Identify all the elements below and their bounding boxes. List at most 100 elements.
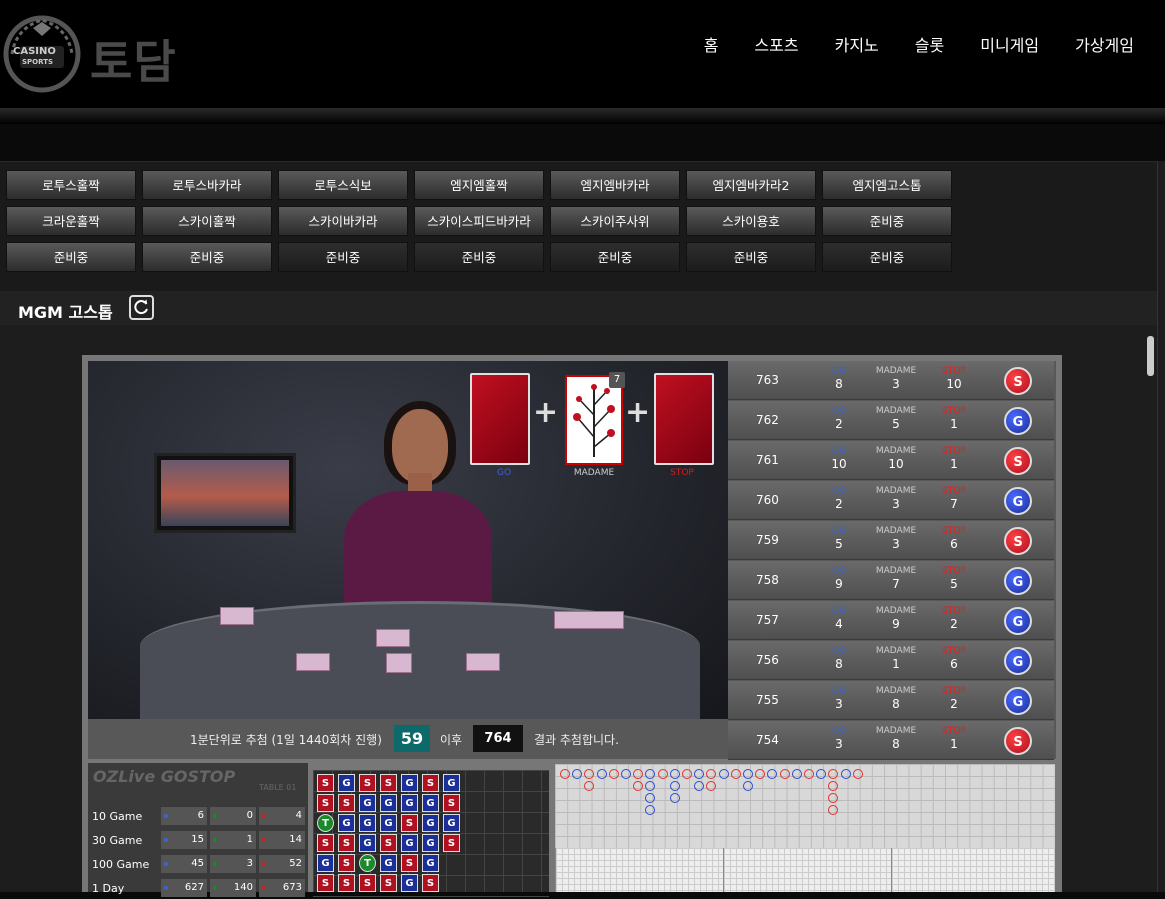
stats-stop-count: 4 [259, 807, 305, 825]
game-button[interactable]: 스카이용호 [686, 206, 816, 236]
game-button[interactable]: 준비중 [142, 242, 272, 272]
table-card [376, 629, 410, 647]
plus-sign: + [533, 395, 559, 430]
table-card [466, 653, 500, 671]
game-button[interactable]: 준비중 [550, 242, 680, 272]
road-go-marker [743, 769, 753, 779]
madame-value: 1 [892, 657, 900, 671]
nav-virtual[interactable]: 가상게임 [1075, 32, 1134, 56]
madame-column: MADAME 7 [866, 566, 926, 591]
stop-header: STOP [942, 566, 966, 576]
bead-grid-line [522, 770, 523, 892]
stop-column: STOP 7 [924, 486, 984, 511]
stats-stop-count: 673 [259, 879, 305, 897]
bead-cell: G [401, 774, 418, 792]
stop-header: STOP [942, 526, 966, 536]
stats-row: 100 Game 45 3 52 [88, 855, 308, 875]
madame-header: MADAME [875, 406, 917, 416]
stats-tie-count: 1 [210, 831, 256, 849]
bead-grid-line [465, 770, 466, 892]
madame-header: MADAME [875, 726, 917, 736]
stats-go-dot [164, 862, 168, 866]
go-column: GO 5 [809, 526, 869, 551]
big-eye-road [555, 848, 723, 892]
game-button[interactable]: 준비중 [414, 242, 544, 272]
game-button[interactable]: 스카이바카라 [278, 206, 408, 236]
stats-go-dot [164, 814, 168, 818]
section-header: MGM 고스톱 [0, 291, 1157, 325]
bead-cell: G [401, 794, 418, 812]
game-button[interactable]: 로투스홀짝 [6, 170, 136, 200]
refresh-icon [134, 299, 148, 315]
madame-header: MADAME [875, 486, 917, 496]
stop-value: 5 [950, 577, 958, 591]
nav-slot[interactable]: 슬롯 [915, 32, 944, 56]
game-button[interactable]: 준비중 [822, 206, 952, 236]
stats-go-count: 627 [161, 879, 207, 897]
road-stop-marker [608, 769, 619, 779]
next-round-number: 764 [473, 725, 523, 752]
stop-header: STOP [942, 406, 966, 416]
bead-cell: S [317, 774, 334, 792]
nav-minigame[interactable]: 미니게임 [980, 32, 1039, 56]
bead-cell: G [401, 834, 418, 852]
go-header: GO [831, 366, 847, 376]
nav-casino[interactable]: 카지노 [835, 32, 879, 56]
madame-column: MADAME 3 [866, 526, 926, 551]
stop-column: STOP 1 [924, 726, 984, 751]
scrollbar-thumb[interactable] [1147, 336, 1154, 376]
ozlive-logo: OZLive GOSTOP [93, 767, 236, 786]
game-button[interactable]: 준비중 [6, 242, 136, 272]
go-value: 2 [835, 497, 843, 511]
go-value: 9 [835, 577, 843, 591]
stop-value: 6 [950, 657, 958, 671]
brand-title[interactable]: 토담 [90, 26, 177, 92]
right-border [1157, 161, 1165, 892]
go-header: GO [831, 486, 847, 496]
game-button[interactable]: 엠지엠바카라 [550, 170, 680, 200]
round-number: 756 [756, 653, 779, 667]
game-button[interactable]: 준비중 [686, 242, 816, 272]
stats-label: 30 Game [92, 834, 143, 847]
result-row: 759 GO 5 MADAME 3 STOP 6 S [728, 521, 1054, 560]
bead-cell: S [443, 794, 460, 812]
bead-cell: S [317, 834, 334, 852]
bead-cell: G [380, 854, 397, 872]
game-button[interactable]: 엠지엠고스톱 [822, 170, 952, 200]
result-draw-text: 결과 추첨합니다. [534, 733, 619, 747]
bead-road: SGSSGSGSSGGGGSTGGGSGGSSGSGGSGSTGSGSSSSGS [313, 770, 549, 897]
go-column: GO 3 [809, 726, 869, 751]
refresh-button[interactable] [129, 295, 154, 320]
nav-home[interactable]: 홈 [704, 32, 719, 56]
result-ball: G [1004, 487, 1032, 515]
result-ball: G [1004, 567, 1032, 595]
game-button[interactable]: 엠지엠홀짝 [414, 170, 544, 200]
road-stop-marker [730, 769, 741, 779]
draw-schedule-text: 1분단위로 추첨 (1일 1440회차 진행) [190, 733, 382, 747]
stats-tie-dot [213, 886, 217, 890]
game-button[interactable]: 스카이주사위 [550, 206, 680, 236]
round-number: 754 [756, 733, 779, 747]
stop-card-slot [654, 373, 714, 465]
stats-label: 10 Game [92, 810, 143, 823]
stop-header: STOP [942, 726, 966, 736]
madame-value: 9 [892, 617, 900, 631]
stop-header: STOP [942, 446, 966, 456]
game-button[interactable]: 크라운홀짝 [6, 206, 136, 236]
stop-value: 7 [950, 497, 958, 511]
result-ball: S [1004, 527, 1032, 555]
game-button[interactable]: 준비중 [278, 242, 408, 272]
go-header: GO [831, 726, 847, 736]
nav-sports[interactable]: 스포츠 [754, 32, 798, 56]
game-button[interactable]: 로투스바카라 [142, 170, 272, 200]
go-value: 10 [831, 457, 847, 471]
game-button[interactable]: 스카이스피드바카라 [414, 206, 544, 236]
bead-cell: S [380, 834, 397, 852]
game-button[interactable]: 스카이홀짝 [142, 206, 272, 236]
game-button[interactable]: 엠지엠바카라2 [686, 170, 816, 200]
game-button[interactable]: 로투스식보 [278, 170, 408, 200]
game-button[interactable]: 준비중 [822, 242, 952, 272]
stats-tie-dot [213, 838, 217, 842]
stop-value: 6 [950, 537, 958, 551]
result-row: 758 GO 9 MADAME 7 STOP 5 G [728, 561, 1054, 600]
